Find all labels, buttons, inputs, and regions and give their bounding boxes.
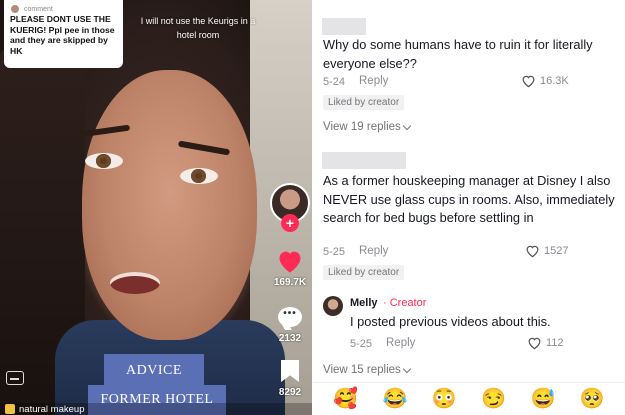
comment-text: As a former houskeeping manager at Disne… [323, 173, 615, 225]
emoji-button[interactable]: 😅 [531, 387, 556, 411]
creator-tag: · Creator [383, 297, 427, 309]
reply-comment-sticker: comment PLEASE DONT USE THE KUERIG! Ppl … [4, 0, 123, 68]
redacted-username [322, 152, 406, 169]
emoji-quick-bar: 🥰 😂 😳 😏 😅 🥺 [313, 382, 625, 415]
comments-panel: Why do some humans have to ruin it for l… [313, 0, 625, 415]
chevron-down-icon [402, 121, 412, 130]
liked-by-creator-badge: Liked by creator [323, 265, 405, 280]
emoji-button[interactable]: 😳 [432, 387, 457, 411]
follow-button[interactable]: + [281, 214, 299, 232]
left-eye [85, 153, 123, 169]
comment-icon[interactable]: ••• [270, 307, 310, 327]
comment-like-button[interactable]: 1527 [525, 244, 568, 258]
mouth [110, 272, 160, 294]
reply-text: I posted previous videos about this. [350, 314, 551, 329]
chevron-down-icon [402, 364, 412, 373]
comment-date: 5-24 [323, 76, 346, 88]
emoji-button[interactable]: 😂 [383, 387, 408, 411]
sticker-avatar [10, 4, 20, 14]
reply-like-button[interactable]: 112 [527, 336, 564, 350]
comment-text: Why do some humans have to ruin it for l… [323, 37, 593, 71]
view-replies-label: View 19 replies [323, 121, 401, 133]
face [82, 70, 257, 340]
bottom-label: natural makeup [19, 403, 85, 415]
comment-like-count: 16.3K [540, 75, 569, 87]
comment-like-count: 1527 [544, 245, 569, 257]
heart-outline-icon [521, 74, 536, 88]
comment-like-button[interactable]: 16.3K [521, 74, 569, 88]
emoji-button[interactable]: 🥺 [580, 387, 605, 411]
reply-button[interactable]: Reply [359, 75, 388, 87]
reply-date: 5-25 [350, 338, 373, 350]
captions-icon[interactable] [6, 371, 24, 385]
bookmark-icon[interactable] [270, 360, 310, 382]
redacted-username [322, 18, 366, 35]
emoji-button[interactable]: 🥰 [333, 387, 358, 411]
liked-by-creator-badge: Liked by creator [323, 95, 405, 110]
reply-author-name[interactable]: Melly [350, 297, 378, 309]
view-replies-button[interactable]: View 19 replies [323, 121, 412, 133]
right-eye [180, 168, 218, 184]
reply-avatar[interactable] [323, 296, 343, 316]
video-bottom-bar[interactable]: natural makeup [0, 403, 312, 415]
comment-date: 5-25 [323, 246, 346, 258]
video-overlay-text: I will not use the Keurigs in a hotel ro… [140, 16, 256, 40]
shopping-bag-icon [5, 404, 15, 414]
heart-outline-icon [525, 244, 540, 258]
sticker-header: comment [10, 4, 117, 14]
comment-count: 2132 [278, 333, 302, 344]
reply-button[interactable]: Reply [386, 337, 415, 349]
heart-outline-icon [527, 336, 542, 350]
view-replies-label: View 15 replies [323, 364, 401, 376]
video-panel[interactable]: comment PLEASE DONT USE THE KUERIG! Ppl … [0, 0, 312, 415]
sticker-text: PLEASE DONT USE THE KUERIG! Ppl pee in t… [10, 14, 115, 56]
reply-button[interactable]: Reply [359, 245, 388, 257]
bookmark-shape [281, 360, 299, 382]
view-replies-button[interactable]: View 15 replies [323, 364, 412, 376]
comment-bubble-dots: ••• [278, 307, 302, 327]
like-count: 169.7K [273, 277, 307, 288]
sticker-label: comment [24, 5, 53, 13]
heart-icon[interactable] [270, 248, 310, 279]
reply-like-count: 112 [546, 337, 564, 349]
emoji-button[interactable]: 😏 [481, 387, 506, 411]
save-count: 8292 [278, 387, 302, 398]
banner-line-1: ADVICE FROM A [104, 354, 204, 412]
